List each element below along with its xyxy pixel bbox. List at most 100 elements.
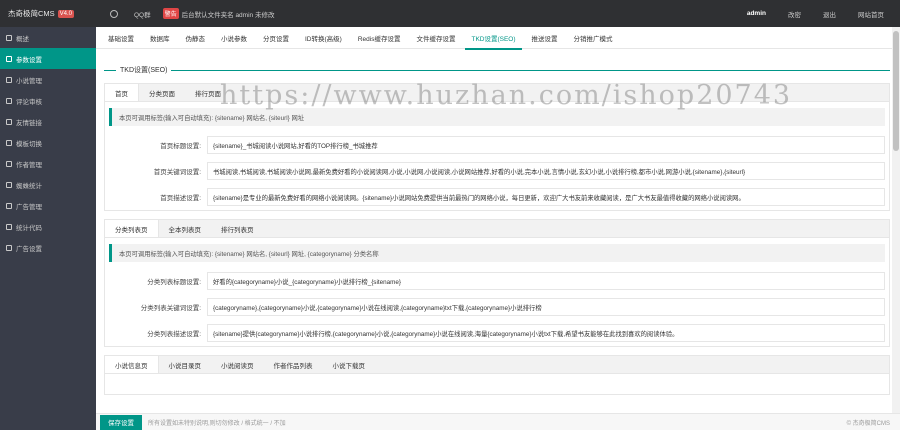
save-button[interactable]: 保存设置 (100, 414, 142, 430)
home-keywords-input[interactable]: 书城阅读,书城阅读,书城阅读小说网,最新免费好看的小说阅读网,小说,小说网,小说… (207, 162, 885, 180)
ad-setting-icon (6, 244, 12, 251)
tab-distribution[interactable]: 分销推广模式 (566, 27, 621, 49)
field-label: 首页描述设置: (160, 195, 201, 202)
section-title-text: TKD设置(SEO) (120, 67, 168, 74)
sidebar-item-ad-settings[interactable]: 广告设置 (0, 237, 96, 258)
sidebar-item-links[interactable]: 友情链接 (0, 111, 96, 132)
tab-home[interactable]: 首页 (105, 84, 139, 101)
sidebar-item-novels[interactable]: 小说管理 (0, 69, 96, 90)
copyright: © 杰奇极简CMS (846, 420, 890, 427)
field-label: 首页关键词设置: (153, 169, 201, 176)
tab-category-page[interactable]: 分类页面 (139, 84, 185, 101)
tab-rewrite[interactable]: 伪静态 (178, 27, 214, 49)
divider (104, 69, 116, 71)
gear-icon (6, 55, 12, 62)
warning-text: 后台默认文件夹名 admin 未修改 (181, 11, 275, 19)
sidebar-item-label: 广告管理 (16, 203, 42, 211)
category-title-input[interactable]: 好看的{categoryname}小说_{categoryname}小说排行榜_… (207, 272, 885, 290)
brand-logo[interactable]: 杰奇极简CMS V4.0 (0, 0, 96, 27)
sidebar-item-spider-stats[interactable]: 蜘蛛统计 (0, 174, 96, 195)
home-title-input[interactable]: {sitename}_书城阅读小说网站,好看的TOP排行榜_书城推荐 (207, 136, 885, 154)
sidebar-item-label: 作者管理 (16, 161, 42, 169)
tab-id-convert[interactable]: ID转换(高级) (297, 27, 350, 49)
sidebar-item-authors[interactable]: 作者管理 (0, 153, 96, 174)
novel-tkd-tabs: 小说信息页 小说目录页 小说阅读页 作者作品列表 小说下载页 (105, 356, 889, 374)
form-row: 分类列表描述设置: {sitename}提供{categoryname}小说排行… (105, 320, 889, 346)
template-icon (6, 139, 12, 146)
section-title: TKD设置(SEO) (104, 65, 890, 75)
tab-rank-list[interactable]: 排行列表页 (211, 220, 264, 237)
category-description-input[interactable]: {sitename}提供{categoryname}小说排行榜,{categor… (207, 324, 885, 342)
tab-file-cache[interactable]: 文件缓存设置 (408, 27, 463, 49)
sidebar-item-comments[interactable]: 评论审核 (0, 90, 96, 111)
tab-novel-catalog[interactable]: 小说目录页 (159, 356, 212, 373)
change-password-link[interactable]: 改密 (788, 9, 801, 19)
sidebar-item-label: 评论审核 (16, 98, 42, 106)
footer-note: 所有设置如未特别说明,则切勿修改 / 格式统一 / 不加 (148, 420, 286, 427)
divider (171, 69, 890, 71)
sidebar-item-label: 小说管理 (16, 77, 42, 85)
form-row: 分类列表关键词设置: {categoryname},{categoryname}… (105, 294, 889, 320)
tab-push[interactable]: 推送设置 (524, 27, 566, 49)
info-icon (6, 34, 12, 41)
chart-icon (6, 181, 12, 188)
tab-pagination[interactable]: 分页设置 (255, 27, 297, 49)
site-home-link[interactable]: 网站首页 (858, 9, 884, 19)
tab-database[interactable]: 数据库 (142, 27, 178, 49)
sidebar-item-label: 参数设置 (16, 56, 42, 64)
form-row: 首页标题设置: {sitename}_书城阅读小说网站,好看的TOP排行榜_书城… (105, 132, 889, 158)
brand-name: 杰奇极简CMS (8, 9, 55, 18)
tab-basic[interactable]: 基础设置 (100, 27, 142, 49)
sidebar-item-ads[interactable]: 广告管理 (0, 195, 96, 216)
watermark: https://www.huzhan.com/ishop20743 (220, 80, 793, 111)
tab-novel-download[interactable]: 小说下载页 (323, 356, 376, 373)
tab-novel-reading[interactable]: 小说阅读页 (211, 356, 264, 373)
list-tkd-tabs: 分类列表页 全本列表页 排行列表页 (105, 220, 889, 238)
tab-tkd-seo[interactable]: TKD设置(SEO) (463, 27, 523, 50)
tag-notice: 本页可调用标签(输入可自动填充): {sitename} 网站名, {siteu… (109, 244, 885, 262)
logout-link[interactable]: 退出 (823, 9, 836, 19)
sidebar-item-settings[interactable]: 参数设置 (0, 48, 96, 69)
qq-group-link[interactable]: QQ群 (134, 9, 151, 19)
settings-tabs: 基础设置 数据库 伪静态 小说参数 分页设置 ID转换(高级) Redis缓存设… (96, 27, 900, 50)
sidebar: 概述 参数设置 小说管理 评论审核 友情链接 模板切换 作者管理 蜘蛛统计 广告… (0, 27, 96, 430)
warning-notice: 警告 后台默认文件夹名 admin 未修改 (162, 8, 275, 19)
sidebar-item-stat-code[interactable]: 统计代码 (0, 216, 96, 237)
tab-novel-params[interactable]: 小说参数 (213, 27, 255, 49)
field-label: 首页标题设置: (160, 143, 201, 150)
scrollbar[interactable] (892, 27, 900, 413)
top-bar: 杰奇极简CMS V4.0 QQ群 警告 后台默认文件夹名 admin 未修改 a… (0, 0, 900, 27)
sidebar-item-label: 广告设置 (16, 245, 42, 253)
form-row: 分类列表标题设置: 好看的{categoryname}小说_{categoryn… (105, 268, 889, 294)
username[interactable]: admin (747, 10, 766, 17)
form-row: 首页关键词设置: 书城阅读,书城阅读,书城阅读小说网,最新免费好看的小说阅读网,… (105, 158, 889, 184)
sidebar-item-label: 概述 (16, 35, 29, 43)
sidebar-item-templates[interactable]: 模板切换 (0, 132, 96, 153)
form-row: 首页描述设置: {sitename}是专业的最新免费好看的网络小说阅读网。{si… (105, 184, 889, 210)
warning-tag: 警告 (162, 8, 179, 19)
sidebar-item-label: 友情链接 (16, 119, 42, 127)
ad-icon (6, 202, 12, 209)
tab-novel-info[interactable]: 小说信息页 (105, 356, 159, 373)
field-label: 分类列表关键词设置: (140, 305, 201, 312)
tab-category-list[interactable]: 分类列表页 (105, 220, 159, 237)
sidebar-item-overview[interactable]: 概述 (0, 27, 96, 48)
version-badge: V4.0 (57, 9, 75, 18)
sidebar-item-label: 统计代码 (16, 224, 42, 232)
top-right-menu: admin 改密 退出 网站首页 (725, 9, 900, 19)
list-tkd-panel: 分类列表页 全本列表页 排行列表页 本页可调用标签(输入可自动填充): {sit… (104, 219, 890, 347)
field-label: 分类列表标题设置: (147, 279, 201, 286)
category-keywords-input[interactable]: {categoryname},{categoryname}小说,{categor… (207, 298, 885, 316)
tab-full-list[interactable]: 全本列表页 (159, 220, 212, 237)
home-description-input[interactable]: {sitename}是专业的最新免费好看的网络小说阅读网。{sitename}小… (207, 188, 885, 206)
footer-bar: 保存设置 所有设置如未特别说明,则切勿修改 / 格式统一 / 不加 © 杰奇极简… (96, 413, 900, 430)
scrollbar-thumb[interactable] (893, 31, 899, 151)
home-icon[interactable] (110, 9, 118, 18)
novel-tkd-panel: 小说信息页 小说目录页 小说阅读页 作者作品列表 小说下载页 (104, 355, 890, 395)
shield-icon (6, 97, 12, 104)
tab-redis[interactable]: Redis缓存设置 (350, 27, 409, 49)
tab-author-works[interactable]: 作者作品列表 (264, 356, 323, 373)
field-label: 分类列表描述设置: (147, 331, 201, 338)
sidebar-item-label: 模板切换 (16, 140, 42, 148)
sidebar-item-label: 蜘蛛统计 (16, 182, 42, 190)
